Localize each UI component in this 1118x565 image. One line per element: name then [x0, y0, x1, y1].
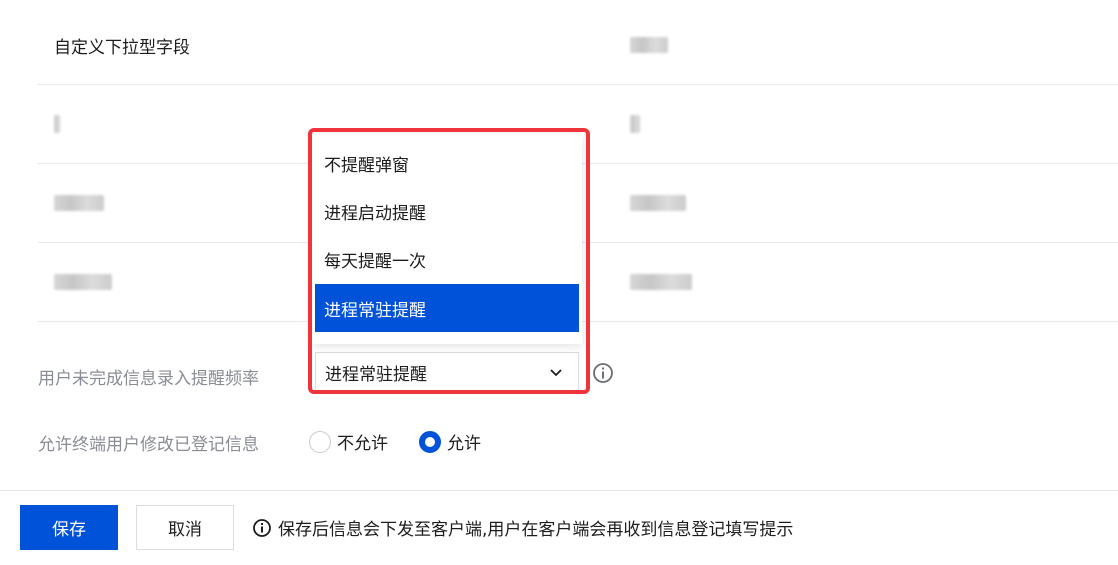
- field-value-blurred: [630, 85, 640, 163]
- dropdown-option[interactable]: 每天提醒一次: [315, 235, 579, 283]
- field-name-blurred: [54, 85, 60, 163]
- field-value-blurred: [630, 243, 692, 321]
- tip-text: 保存后信息会下发至客户端,用户在客户端会再收到信息登记填写提示: [278, 520, 794, 540]
- dropdown-option-selected[interactable]: 进程常驻提醒: [315, 284, 579, 332]
- allow-edit-label: 允许终端用户修改已登记信息: [38, 435, 259, 455]
- field-name-blurred: [54, 164, 104, 242]
- radio-allow[interactable]: 允许: [419, 429, 481, 454]
- reminder-dropdown-menu: 不提醒弹窗 进程启动提醒 每天提醒一次 进程常驻提醒: [312, 134, 582, 344]
- radio-label: 允许: [447, 434, 481, 454]
- field-name-blurred: [54, 243, 112, 321]
- field-value-blurred: [630, 6, 668, 84]
- reminder-frequency-label: 用户未完成信息录入提醒频率: [38, 369, 259, 389]
- field-name: 自定义下拉型字段: [54, 37, 190, 58]
- table-row: 自定义下拉型字段: [38, 6, 1118, 85]
- footer-tip: 保存后信息会下发至客户端,用户在客户端会再收到信息登记填写提示: [252, 515, 793, 540]
- footer-bar: 保存 取消 保存后信息会下发至客户端,用户在客户端会再收到信息登记填写提示: [0, 490, 1118, 565]
- dropdown-option[interactable]: 进程启动提醒: [315, 187, 579, 235]
- radio-label: 不允许: [337, 434, 388, 454]
- dropdown-option[interactable]: 不提醒弹窗: [315, 139, 579, 187]
- reminder-frequency-select[interactable]: 进程常驻提醒: [315, 352, 579, 392]
- save-button[interactable]: 保存: [20, 505, 118, 550]
- radio-circle[interactable]: [309, 430, 331, 453]
- radio-disallow[interactable]: 不允许: [309, 429, 388, 454]
- info-icon[interactable]: [592, 362, 614, 384]
- chevron-down-icon: [550, 369, 562, 377]
- select-value: 进程常驻提醒: [325, 364, 427, 385]
- cancel-button[interactable]: 取消: [136, 505, 234, 550]
- radio-circle-checked[interactable]: [419, 430, 441, 453]
- field-value-blurred: [630, 164, 686, 242]
- info-circle-icon: [253, 518, 271, 537]
